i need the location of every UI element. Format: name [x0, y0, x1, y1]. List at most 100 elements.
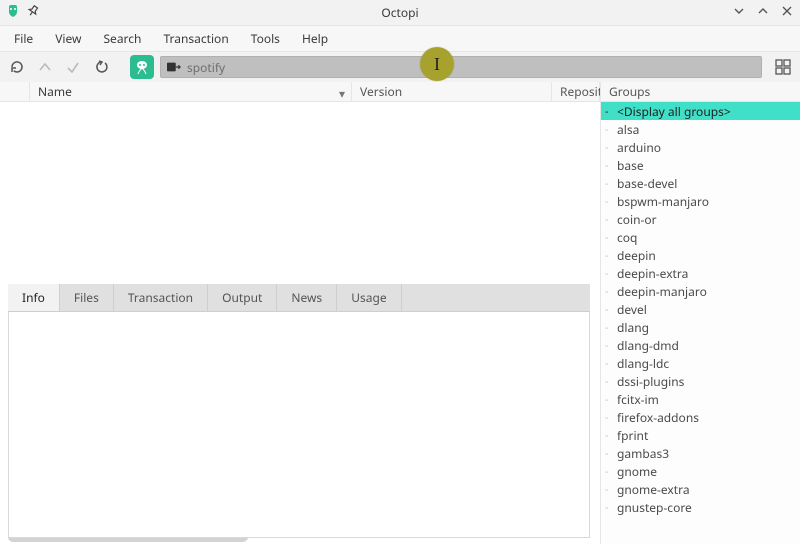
group-item-label: devel: [617, 301, 647, 318]
group-item[interactable]: -firefox-addons: [601, 408, 800, 426]
group-item-label: dssi-plugins: [617, 373, 684, 390]
group-item-label: coin-or: [617, 211, 657, 228]
apply-button: [62, 56, 84, 78]
column-name[interactable]: Name ▾: [30, 82, 352, 101]
group-item[interactable]: -gnustep-core: [601, 498, 800, 516]
group-item[interactable]: -alsa: [601, 120, 800, 138]
details-tabs: Info Files Transaction Output News Usage: [8, 284, 590, 312]
groups-header[interactable]: Groups: [601, 82, 800, 102]
tree-branch-icon: -: [605, 178, 615, 189]
group-item-label: alsa: [617, 121, 639, 138]
group-item[interactable]: -dssi-plugins: [601, 372, 800, 390]
tree-branch-icon: -: [605, 250, 615, 261]
group-item-label: base-devel: [617, 175, 677, 192]
group-item[interactable]: -<Display all groups>: [601, 102, 800, 120]
group-item-label: gambas3: [617, 445, 669, 462]
group-item[interactable]: -dlang-ldc: [601, 354, 800, 372]
ibeam-icon: I: [434, 54, 440, 75]
group-item[interactable]: -dlang-dmd: [601, 336, 800, 354]
group-item[interactable]: -fcitx-im: [601, 390, 800, 408]
tree-branch-icon: -: [605, 376, 615, 387]
tree-branch-icon: -: [605, 340, 615, 351]
tree-branch-icon: -: [605, 412, 615, 423]
column-repository[interactable]: Reposito: [552, 82, 600, 101]
text-cursor-indicator: I: [420, 47, 454, 81]
tree-branch-icon: -: [605, 394, 615, 405]
tree-branch-icon: -: [605, 448, 615, 459]
tree-branch-icon: -: [605, 124, 615, 135]
group-item[interactable]: -deepin: [601, 246, 800, 264]
group-item[interactable]: -bspwm-manjaro: [601, 192, 800, 210]
tab-info[interactable]: Info: [8, 284, 60, 311]
group-item-label: deepin-manjaro: [617, 283, 707, 300]
group-item[interactable]: -deepin-extra: [601, 264, 800, 282]
tree-branch-icon: -: [605, 430, 615, 441]
tree-branch-icon: -: [605, 106, 615, 117]
toolbar: [0, 52, 800, 82]
menu-search[interactable]: Search: [93, 26, 151, 51]
aur-toggle-button[interactable]: [130, 55, 154, 79]
refresh-button[interactable]: [6, 56, 28, 78]
group-item[interactable]: -gnome-extra: [601, 480, 800, 498]
group-item[interactable]: -coin-or: [601, 210, 800, 228]
tree-branch-icon: -: [605, 160, 615, 171]
tree-branch-icon: -: [605, 232, 615, 243]
app-icon: [6, 4, 20, 18]
search-box[interactable]: [160, 56, 762, 78]
undo-button[interactable]: [90, 56, 112, 78]
window-title: Octopi: [381, 4, 418, 21]
tab-files[interactable]: Files: [60, 284, 114, 311]
group-item[interactable]: -dlang: [601, 318, 800, 336]
group-item-label: <Display all groups>: [617, 103, 731, 120]
menu-tools[interactable]: Tools: [241, 26, 290, 51]
group-item-label: dlang-dmd: [617, 337, 679, 354]
group-item-label: gnome: [617, 463, 657, 480]
tab-transaction[interactable]: Transaction: [114, 284, 208, 311]
package-table-header: Name ▾ Version Reposito: [0, 82, 600, 102]
tab-usage[interactable]: Usage: [337, 284, 401, 311]
group-item[interactable]: -devel: [601, 300, 800, 318]
sort-indicator-icon: ▾: [339, 85, 345, 102]
group-item-label: firefox-addons: [617, 409, 699, 426]
tree-branch-icon: -: [605, 304, 615, 315]
tree-branch-icon: -: [605, 466, 615, 477]
column-status[interactable]: [0, 82, 30, 101]
tree-branch-icon: -: [605, 286, 615, 297]
group-item[interactable]: -fprint: [601, 426, 800, 444]
tree-branch-icon: -: [605, 268, 615, 279]
close-icon[interactable]: [780, 4, 794, 18]
maximize-icon[interactable]: [756, 4, 770, 18]
group-item[interactable]: -arduino: [601, 138, 800, 156]
group-item-label: gnome-extra: [617, 481, 690, 498]
group-item-label: dlang-ldc: [617, 355, 669, 372]
tab-output[interactable]: Output: [208, 284, 277, 311]
view-toggle-button[interactable]: [772, 56, 794, 78]
group-item-label: coq: [617, 229, 637, 246]
group-item[interactable]: -gambas3: [601, 444, 800, 462]
menu-help[interactable]: Help: [292, 26, 338, 51]
group-item[interactable]: -base: [601, 156, 800, 174]
column-version[interactable]: Version: [352, 82, 552, 101]
titlebar: Octopi: [0, 0, 800, 26]
group-item-label: dlang: [617, 319, 649, 336]
group-item[interactable]: -deepin-manjaro: [601, 282, 800, 300]
tab-news[interactable]: News: [277, 284, 337, 311]
minimize-icon[interactable]: [732, 4, 746, 18]
group-item[interactable]: -base-devel: [601, 174, 800, 192]
details-body: [8, 312, 590, 538]
group-item-label: bspwm-manjaro: [617, 193, 709, 210]
groups-list: -<Display all groups>-alsa-arduino-base-…: [601, 102, 800, 544]
group-item[interactable]: -coq: [601, 228, 800, 246]
menu-transaction[interactable]: Transaction: [153, 26, 238, 51]
menu-file[interactable]: File: [4, 26, 43, 51]
search-input[interactable]: [187, 59, 755, 76]
menubar: File View Search Transaction Tools Help: [0, 26, 800, 52]
tree-branch-icon: -: [605, 196, 615, 207]
group-item-label: fprint: [617, 427, 648, 444]
tree-branch-icon: -: [605, 214, 615, 225]
group-item-label: base: [617, 157, 644, 174]
pin-icon[interactable]: [26, 4, 40, 18]
upgrade-button: [34, 56, 56, 78]
menu-view[interactable]: View: [45, 26, 91, 51]
group-item[interactable]: -gnome: [601, 462, 800, 480]
